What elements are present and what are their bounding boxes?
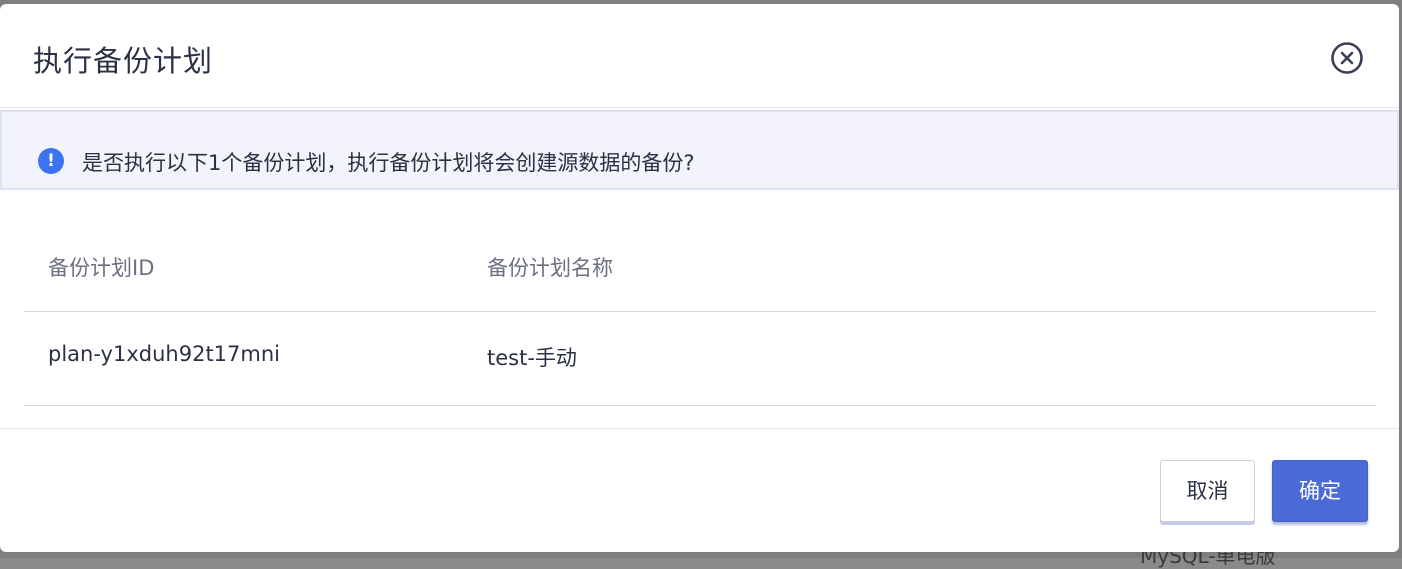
table-row: plan-y1xduh92t17mni test-手动 [24, 312, 1376, 406]
dialog-footer: 取消 确定 [0, 428, 1399, 552]
column-header-plan-name: 备份计划名称 [487, 256, 613, 280]
dialog-header: 执行备份计划 [0, 4, 1399, 108]
info-exclamation-icon: ! [38, 148, 64, 174]
close-button[interactable] [1330, 41, 1364, 75]
backup-plan-table: 备份计划ID 备份计划名称 plan-y1xduh92t17mni test-手… [24, 220, 1376, 406]
info-alert: ! 是否执行以下1个备份计划，执行备份计划将会创建源数据的备份? [0, 110, 1399, 190]
close-circle-icon [1331, 42, 1363, 74]
table-header: 备份计划ID 备份计划名称 [24, 220, 1376, 312]
alert-message: 是否执行以下1个备份计划，执行备份计划将会创建源数据的备份? [82, 151, 695, 175]
cancel-button[interactable]: 取消 [1160, 460, 1255, 522]
execute-backup-plan-dialog: 执行备份计划 ! 是否执行以下1个备份计划，执行备份计划将会创建源数据的备份? … [0, 4, 1399, 552]
column-header-plan-id: 备份计划ID [48, 256, 155, 280]
dialog-title: 执行备份计划 [33, 44, 214, 78]
cell-plan-name: test-手动 [487, 346, 577, 370]
confirm-button[interactable]: 确定 [1272, 460, 1368, 522]
cell-plan-id: plan-y1xduh92t17mni [48, 342, 280, 366]
